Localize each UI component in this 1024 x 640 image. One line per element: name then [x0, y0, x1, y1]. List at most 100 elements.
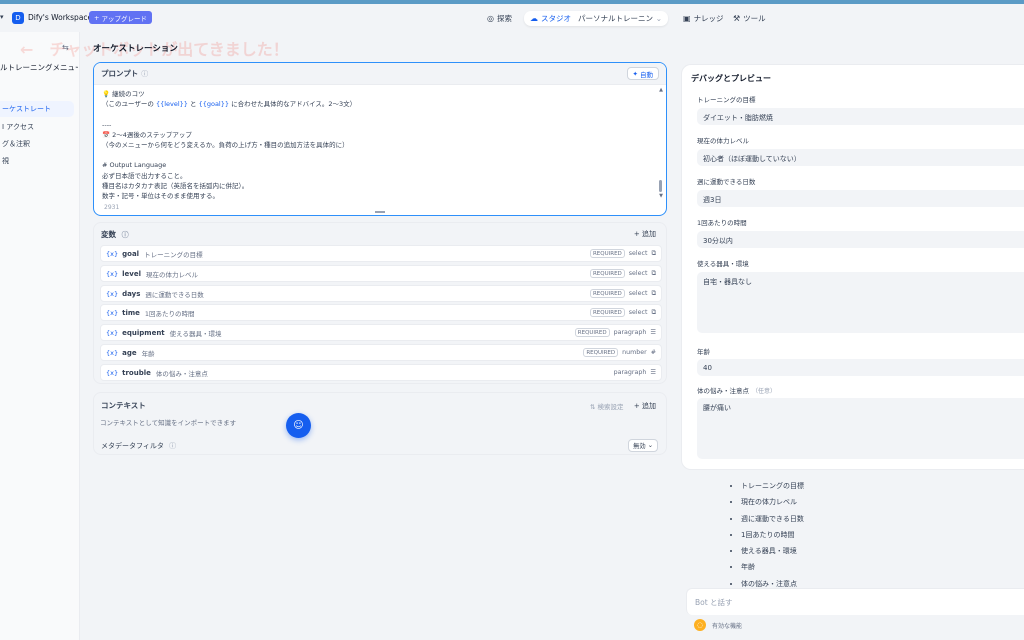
retrieval-settings-button[interactable]: ⇅ 検索設定 — [590, 401, 624, 411]
workspace-name[interactable]: Dify's Workspace — [28, 13, 92, 22]
select-type-icon: ⧉ — [651, 249, 657, 257]
nav-tools[interactable]: ⚒ ツール — [733, 11, 766, 26]
nav-knowledge-label: ナレッジ — [693, 14, 724, 23]
variable-icon: {x} — [106, 249, 119, 258]
add-variable-button[interactable]: + 追加 — [634, 229, 656, 239]
variable-type: select — [628, 250, 648, 257]
field-time-select[interactable]: 30分以内 — [697, 231, 1024, 248]
context-panel: コンテキスト ⇅ 検索設定 + 追加 コンテキストとして知識をインポートできます… — [93, 392, 667, 455]
debug-preview-panel: デバッグとプレビュー トレーニングの目標 ダイエット・脂肪燃焼 現在の体力レベル… — [681, 64, 1024, 470]
field-trouble-textarea[interactable]: 腰が痛い — [697, 398, 1024, 459]
variable-icon: {x} — [106, 269, 119, 278]
sidebar-app-name[interactable]: ルトレーニングメニュー作... — [0, 62, 78, 73]
metadata-filter-select[interactable]: 無効 ⌄ — [628, 439, 658, 452]
features-label[interactable]: 有効な機能 — [712, 621, 742, 630]
variable-key: trouble — [122, 368, 151, 377]
select-type-icon: ⧉ — [651, 269, 657, 277]
prompt-editor[interactable]: プロンプト ⓘ ✦ 自動 💡 継続のコツ （このユーザーの {{level}} と… — [93, 62, 667, 216]
auto-generate-button[interactable]: ✦ 自動 — [626, 67, 659, 80]
nav-studio-label: スタジオ — [541, 14, 571, 23]
workspace-chevron-icon[interactable]: ▾ — [0, 13, 4, 21]
required-badge: REQUIRED — [589, 269, 625, 278]
variable-key: age — [122, 348, 137, 357]
field-age-input[interactable]: 40 — [697, 359, 1024, 376]
variables-label: 変数 ⓘ — [101, 229, 129, 240]
variable-description: 1回あたりの時間 — [144, 309, 195, 318]
list-item: 使える器具・環境 — [741, 543, 935, 559]
variable-row-level[interactable]: {x} level 現在の体力レベル REQUIRED select ⧉ — [100, 265, 662, 282]
plus-icon: + — [94, 13, 102, 22]
prompt-label: プロンプト — [101, 69, 139, 78]
list-item: トレーニングの目標 — [741, 478, 935, 494]
cloud-icon: ☁ — [530, 14, 538, 23]
info-icon[interactable]: ⓘ — [122, 231, 129, 239]
page-title: オーケストレーション — [93, 44, 178, 54]
prompt-scrollbar[interactable] — [659, 180, 662, 192]
resize-handle[interactable] — [375, 211, 385, 213]
prompt-line: （今のメニューから何をどう変えるか。負荷の上げ方・種目の追加方法を具体的に） — [102, 140, 349, 149]
field-equipment-textarea[interactable]: 自宅・器具なし — [697, 272, 1024, 333]
field-level-select[interactable]: 初心者（ほぼ運動していない） — [697, 149, 1024, 166]
prompt-text-fragment: （このユーザーの — [102, 100, 156, 109]
variable-description: トレーニングの目標 — [144, 250, 203, 259]
variable-row-time[interactable]: {x} time 1回あたりの時間 REQUIRED select ⧉ — [100, 304, 662, 321]
required-badge: REQUIRED — [589, 289, 625, 298]
sidebar-item-monitoring[interactable]: 視 — [0, 153, 74, 169]
field-days-select[interactable]: 週3日 — [697, 190, 1024, 207]
add-context-button[interactable]: + 追加 — [634, 401, 656, 411]
scroll-up-icon[interactable]: ▲ — [659, 87, 663, 93]
field-goal-select[interactable]: ダイエット・脂肪燃焼 — [697, 108, 1024, 125]
chat-message-list: トレーニングの目標 現在の体力レベル 週に運動できる日数 1回あたりの時間 使え… — [735, 478, 935, 592]
info-icon[interactable]: ⓘ — [141, 69, 148, 79]
variable-row-goal[interactable]: {x} goal トレーニングの目標 REQUIRED select ⧉ — [100, 245, 662, 262]
prompt-text-fragment: に合わせた具体的なアドバイス。2〜3文） — [229, 100, 357, 109]
variable-row-equipment[interactable]: {x} equipment 使える器具・環境 REQUIRED paragraph… — [100, 324, 662, 341]
prompt-line: 種目名はカタカナ表記（英語名を括弧内に併記）。 — [102, 181, 249, 190]
sidebar-item-logs[interactable]: グ＆注釈 — [0, 136, 74, 152]
app-sidebar: ⇆ ルトレーニングメニュー作... ーケストレート I アクセス グ＆注釈 視 — [0, 32, 80, 640]
nav-explore[interactable]: ◎ 探索 — [487, 11, 512, 26]
prompt-header: プロンプト ⓘ ✦ 自動 — [94, 63, 666, 85]
prompt-line — [102, 150, 658, 160]
nav-knowledge[interactable]: ▣ ナレッジ — [683, 11, 724, 26]
chatbot-launcher-button[interactable]: ☺ — [286, 413, 311, 438]
list-item: 1回あたりの時間 — [741, 527, 935, 543]
field-label-age: 年齢 — [697, 348, 710, 356]
book-icon: ▣ — [683, 14, 691, 23]
upgrade-button[interactable]: + アップグレード — [89, 11, 153, 24]
required-badge: REQUIRED — [589, 249, 625, 258]
chevron-down-icon: ⌄ — [647, 442, 653, 449]
variable-row-trouble[interactable]: {x} trouble 体の悩み・注意点 paragraph ☰ — [100, 364, 662, 381]
variable-type: paragraph — [613, 329, 647, 336]
variable-key: goal — [122, 249, 140, 258]
variable-type: paragraph — [613, 369, 647, 376]
field-label-equipment: 使える器具・環境 — [697, 260, 749, 268]
prompt-line: # Output Language — [102, 161, 167, 170]
sparkle-icon: ✦ — [632, 69, 638, 78]
nav-studio[interactable]: ☁スタジオパーソナルトレーニングメニ...⌄ — [524, 11, 668, 26]
variable-description: 使える器具・環境 — [169, 329, 222, 338]
scroll-down-icon[interactable]: ▼ — [659, 193, 663, 199]
optional-tag: （任意） — [752, 388, 777, 395]
workspace-avatar[interactable]: D — [12, 12, 24, 24]
prompt-text[interactable]: 💡 継続のコツ （このユーザーの {{level}} と {{goal}} に合… — [102, 89, 658, 201]
field-label-goal: トレーニングの目標 — [697, 96, 756, 104]
chat-input[interactable]: Bot と話す — [686, 588, 1024, 615]
studio-chevron-icon[interactable]: ⌄ — [656, 14, 662, 23]
variable-type: number — [622, 349, 647, 356]
studio-app-selector[interactable]: パーソナルトレーニングメニ... — [578, 13, 653, 24]
sidebar-item-api-access[interactable]: I アクセス — [0, 119, 74, 135]
sidebar-item-orchestrate[interactable]: ーケストレート — [0, 101, 74, 117]
variable-icon: {x} — [106, 289, 119, 298]
paragraph-type-icon: ☰ — [650, 369, 656, 376]
required-badge: REQUIRED — [589, 308, 625, 317]
paragraph-type-icon: ☰ — [650, 329, 656, 336]
field-label-days: 週に運動できる日数 — [697, 178, 756, 186]
upgrade-label: アップグレード — [101, 14, 148, 23]
variable-type: select — [628, 270, 648, 277]
info-icon[interactable]: ⓘ — [169, 442, 176, 450]
variable-key: time — [122, 308, 140, 317]
variable-description: 週に運動できる日数 — [145, 290, 204, 299]
variable-row-age[interactable]: {x} age 年齢 REQUIRED number # — [100, 344, 662, 361]
variable-row-days[interactable]: {x} days 週に運動できる日数 REQUIRED select ⧉ — [100, 285, 662, 302]
